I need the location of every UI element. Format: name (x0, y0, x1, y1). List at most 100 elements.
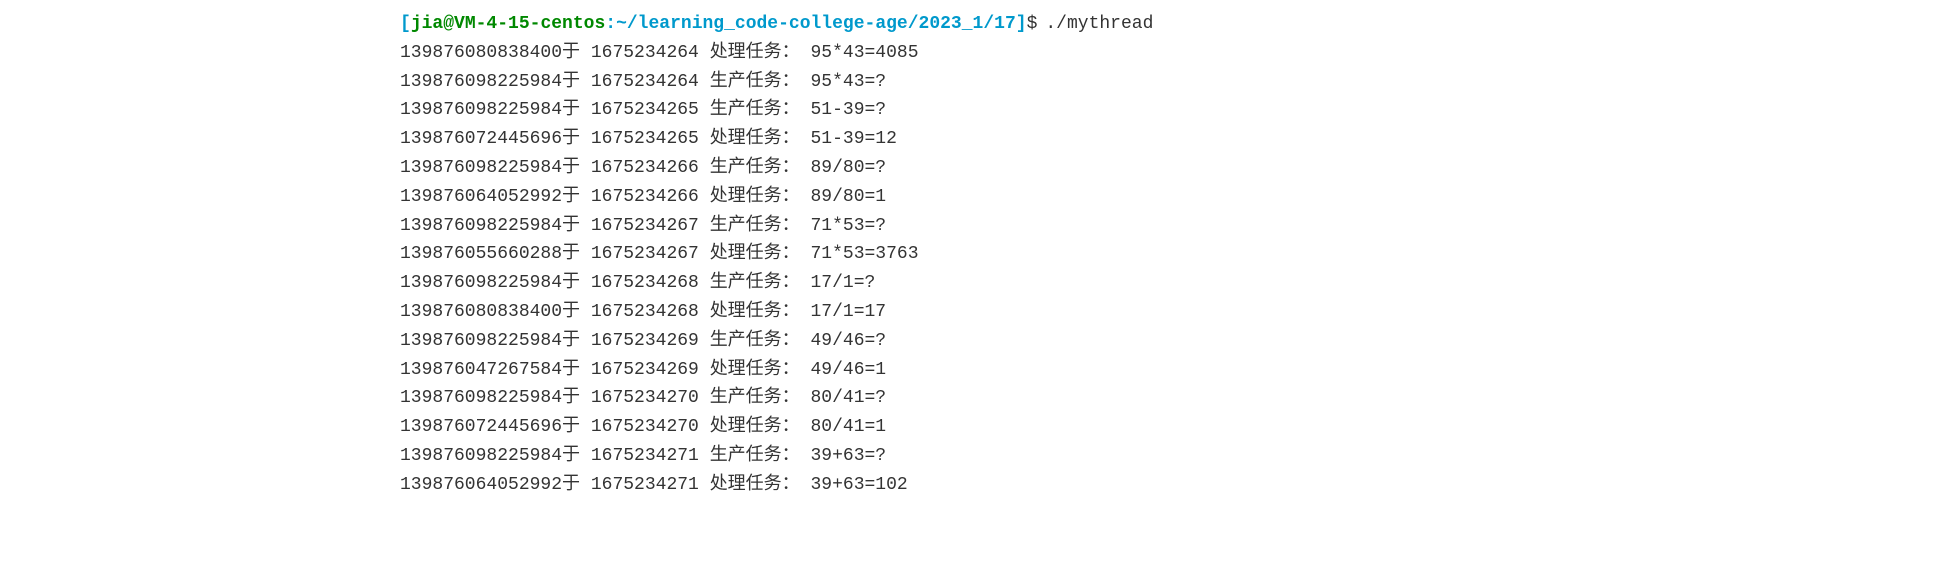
thread-id: 139876098225984 (400, 158, 562, 178)
output-line: 139876098225984于 1675234269 生产任务： 49/46=… (400, 327, 1941, 356)
action-label: 处理任务： (710, 43, 800, 63)
thread-id: 139876098225984 (400, 100, 562, 120)
action-label: 处理任务： (710, 187, 800, 207)
task-expression: 17/1=17 (811, 302, 887, 322)
action-label: 生产任务： (710, 388, 800, 408)
at-char: 于 (562, 360, 580, 380)
terminal-output: [jia@VM-4-15-centos:~/learning_code-coll… (0, 0, 1941, 510)
thread-id: 139876080838400 (400, 43, 562, 63)
output-line: 139876098225984于 1675234267 生产任务： 71*53=… (400, 212, 1941, 241)
timestamp: 1675234268 (591, 273, 699, 293)
output-line: 139876047267584于 1675234269 处理任务： 49/46=… (400, 356, 1941, 385)
output-line: 139876080838400于 1675234264 处理任务： 95*43=… (400, 39, 1941, 68)
output-line: 139876098225984于 1675234265 生产任务： 51-39=… (400, 96, 1941, 125)
at-char: 于 (562, 43, 580, 63)
thread-id: 139876098225984 (400, 388, 562, 408)
action-label: 处理任务： (710, 360, 800, 380)
timestamp: 1675234266 (591, 158, 699, 178)
timestamp: 1675234267 (591, 244, 699, 264)
output-line: 139876098225984于 1675234266 生产任务： 89/80=… (400, 154, 1941, 183)
timestamp: 1675234270 (591, 388, 699, 408)
timestamp: 1675234268 (591, 302, 699, 322)
timestamp: 1675234264 (591, 43, 699, 63)
thread-id: 139876072445696 (400, 417, 562, 437)
at-char: 于 (562, 129, 580, 149)
action-label: 生产任务： (710, 446, 800, 466)
prompt-dollar: $ (1027, 10, 1038, 39)
timestamp: 1675234265 (591, 129, 699, 149)
at-char: 于 (562, 100, 580, 120)
action-label: 生产任务： (710, 273, 800, 293)
action-label: 处理任务： (710, 417, 800, 437)
prompt-at: @ (443, 10, 454, 39)
at-char: 于 (562, 158, 580, 178)
bracket-close: ] (1016, 10, 1027, 39)
timestamp: 1675234271 (591, 446, 699, 466)
timestamp: 1675234266 (591, 187, 699, 207)
output-line: 139876055660288于 1675234267 处理任务： 71*53=… (400, 240, 1941, 269)
at-char: 于 (562, 302, 580, 322)
thread-id: 139876098225984 (400, 331, 562, 351)
thread-id: 139876080838400 (400, 302, 562, 322)
prompt-path: ~/learning_code-college-age/2023_1/17 (616, 10, 1016, 39)
timestamp: 1675234271 (591, 475, 699, 495)
output-line: 139876098225984于 1675234271 生产任务： 39+63=… (400, 442, 1941, 471)
action-label: 生产任务： (710, 216, 800, 236)
timestamp: 1675234264 (591, 72, 699, 92)
task-expression: 39+63=? (811, 446, 887, 466)
prompt-colon: : (605, 10, 616, 39)
thread-id: 139876064052992 (400, 187, 562, 207)
action-label: 生产任务： (710, 100, 800, 120)
thread-id: 139876098225984 (400, 446, 562, 466)
output-line: 139876064052992于 1675234271 处理任务： 39+63=… (400, 471, 1941, 500)
task-expression: 49/46=1 (811, 360, 887, 380)
thread-id: 139876064052992 (400, 475, 562, 495)
bracket-open: [ (400, 10, 411, 39)
at-char: 于 (562, 388, 580, 408)
output-line: 139876098225984于 1675234268 生产任务： 17/1=? (400, 269, 1941, 298)
thread-id: 139876098225984 (400, 273, 562, 293)
task-expression: 95*43=? (811, 72, 887, 92)
thread-id: 139876098225984 (400, 72, 562, 92)
task-expression: 71*53=? (811, 216, 887, 236)
timestamp: 1675234265 (591, 100, 699, 120)
task-expression: 51-39=12 (811, 129, 897, 149)
output-line: 139876098225984于 1675234270 生产任务： 80/41=… (400, 384, 1941, 413)
task-expression: 80/41=1 (811, 417, 887, 437)
timestamp: 1675234269 (591, 331, 699, 351)
timestamp: 1675234270 (591, 417, 699, 437)
task-expression: 49/46=? (811, 331, 887, 351)
thread-id: 139876047267584 (400, 360, 562, 380)
timestamp: 1675234267 (591, 216, 699, 236)
command-text: ./mythread (1045, 10, 1153, 39)
task-expression: 17/1=? (811, 273, 876, 293)
thread-id: 139876055660288 (400, 244, 562, 264)
thread-id: 139876072445696 (400, 129, 562, 149)
action-label: 处理任务： (710, 302, 800, 322)
prompt-host: VM-4-15-centos (454, 10, 605, 39)
output-line: 139876072445696于 1675234265 处理任务： 51-39=… (400, 125, 1941, 154)
action-label: 生产任务： (710, 158, 800, 178)
task-expression: 71*53=3763 (811, 244, 919, 264)
action-label: 处理任务： (710, 244, 800, 264)
at-char: 于 (562, 273, 580, 293)
task-expression: 89/80=1 (811, 187, 887, 207)
task-expression: 89/80=? (811, 158, 887, 178)
at-char: 于 (562, 187, 580, 207)
task-expression: 51-39=? (811, 100, 887, 120)
action-label: 生产任务： (710, 72, 800, 92)
at-char: 于 (562, 216, 580, 236)
prompt-line: [jia@VM-4-15-centos:~/learning_code-coll… (400, 10, 1941, 39)
thread-id: 139876098225984 (400, 216, 562, 236)
prompt-user: jia (411, 10, 443, 39)
timestamp: 1675234269 (591, 360, 699, 380)
action-label: 处理任务： (710, 129, 800, 149)
output-line: 139876064052992于 1675234266 处理任务： 89/80=… (400, 183, 1941, 212)
task-expression: 95*43=4085 (811, 43, 919, 63)
output-line: 139876080838400于 1675234268 处理任务： 17/1=1… (400, 298, 1941, 327)
at-char: 于 (562, 244, 580, 264)
task-expression: 39+63=102 (811, 475, 908, 495)
at-char: 于 (562, 331, 580, 351)
at-char: 于 (562, 72, 580, 92)
output-line: 139876098225984于 1675234264 生产任务： 95*43=… (400, 68, 1941, 97)
